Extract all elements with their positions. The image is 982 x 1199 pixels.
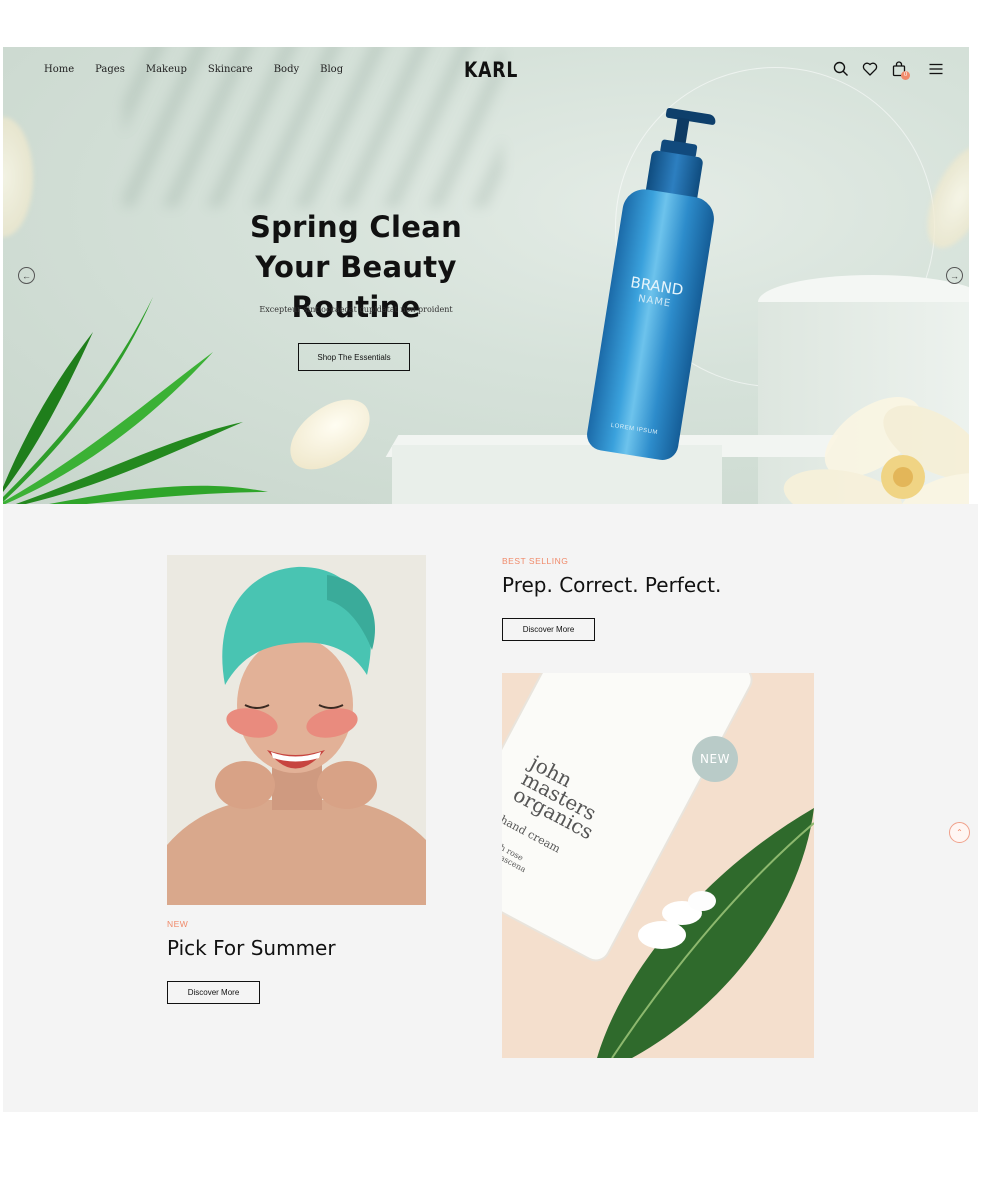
chevron-up-icon: ⌃: [956, 828, 963, 837]
nav-link-body[interactable]: Body: [274, 64, 299, 75]
hero-title-line1: Spring Clean: [249, 210, 463, 244]
nav-link-home[interactable]: Home: [44, 64, 74, 75]
slider-prev-button[interactable]: ←: [18, 267, 35, 284]
cart-icon[interactable]: 0: [891, 61, 910, 80]
right-tag: BEST SELLING: [502, 556, 569, 566]
search-icon[interactable]: [833, 61, 851, 79]
nav-link-blog[interactable]: Blog: [320, 64, 343, 75]
nav-link-pages[interactable]: Pages: [95, 64, 125, 75]
right-title: Prep. Correct. Perfect.: [502, 573, 722, 597]
new-badge: NEW: [692, 736, 738, 782]
arrow-right-icon: →: [950, 270, 959, 281]
top-navigation: Home Pages Makeup Skincare Body Blog KAR…: [3, 47, 969, 95]
flower-image: [783, 397, 969, 504]
header-actions: 0: [833, 61, 957, 80]
site-logo[interactable]: KARL: [464, 58, 518, 82]
petal-decoration: [277, 389, 383, 480]
left-discover-button[interactable]: Discover More: [167, 981, 260, 1004]
slider-next-button[interactable]: →: [946, 267, 963, 284]
featured-products-section: NEW Pick For Summer Discover More BEST S…: [3, 504, 978, 1112]
model-towel-image[interactable]: [167, 555, 426, 905]
right-discover-button[interactable]: Discover More: [502, 618, 595, 641]
page: BRAND NAME LOREM IPSUM Home Pages Makeup…: [0, 0, 982, 1199]
menu-icon[interactable]: [928, 61, 946, 79]
nav-link-makeup[interactable]: Makeup: [146, 64, 187, 75]
main-menu: Home Pages Makeup Skincare Body Blog: [44, 64, 364, 75]
left-tag: NEW: [167, 919, 189, 929]
left-title: Pick For Summer: [167, 936, 336, 960]
hero-subtitle: Excepteur sint occaecat cupidatat non pr…: [259, 305, 453, 314]
nav-link-skincare[interactable]: Skincare: [208, 64, 253, 75]
petal-decoration: [3, 117, 33, 237]
arrow-left-icon: ←: [22, 270, 31, 281]
scroll-to-top-button[interactable]: ⌃: [949, 822, 970, 843]
hand-cream-image[interactable]: john masters organics hand cream with ro…: [502, 673, 814, 1058]
heart-icon[interactable]: [862, 61, 880, 79]
hero-slider: BRAND NAME LOREM IPSUM Home Pages Makeup…: [3, 47, 969, 504]
cart-count-badge: 0: [901, 71, 910, 80]
shop-essentials-button[interactable]: Shop The Essentials: [298, 343, 410, 371]
